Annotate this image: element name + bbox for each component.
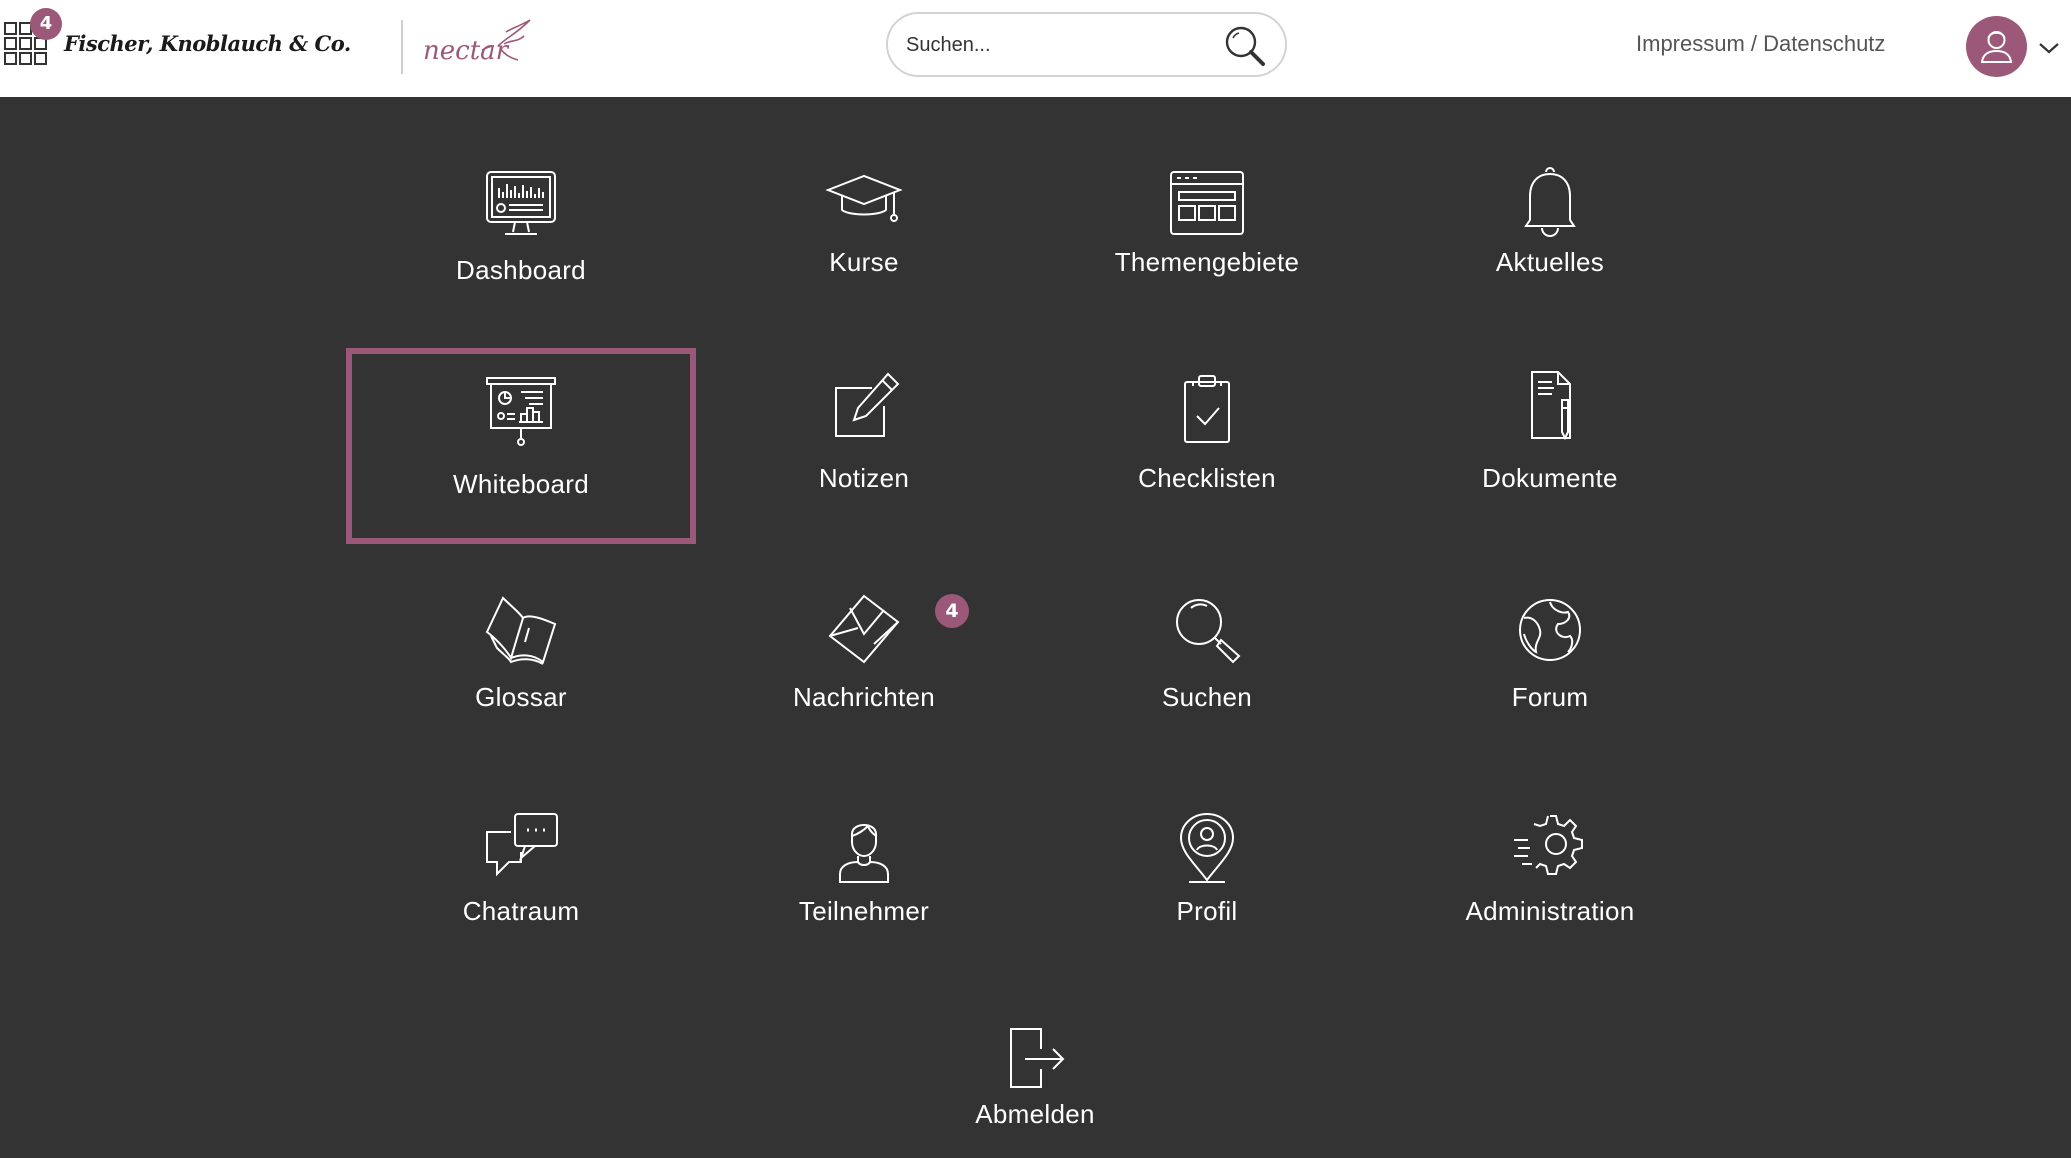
tile-checklisten[interactable]: Checklisten (1032, 348, 1382, 544)
chevron-down-icon[interactable] (2037, 36, 2061, 60)
document-pen-icon (1510, 368, 1590, 448)
tile-label: Chatraum (462, 896, 580, 926)
tile-label: Notizen (818, 463, 910, 493)
tile-label: Suchen (1162, 682, 1252, 712)
tile-whiteboard[interactable]: Whiteboard (346, 348, 696, 544)
tile-aktuelles[interactable]: Aktuelles (1375, 140, 1725, 336)
search-input[interactable] (906, 26, 1206, 64)
pencil-note-icon (824, 368, 904, 448)
tile-label: Themengebiete (1114, 247, 1300, 277)
hummingbird-logo-icon (420, 16, 536, 72)
top-header: 4 Fischer, Knoblauch & Co. nectar Impres… (0, 0, 2071, 97)
dashboard-monitor-icon (481, 164, 561, 244)
tile-label: Profil (1176, 896, 1238, 926)
tile-dashboard[interactable]: Dashboard (346, 140, 696, 336)
tile-themengebiete[interactable]: Themengebiete (1032, 140, 1382, 336)
tile-dokumente[interactable]: Dokumente (1375, 348, 1725, 544)
open-book-icon (481, 592, 561, 672)
search-bar (886, 12, 1287, 77)
tile-label: Whiteboard (453, 469, 589, 499)
tile-label: Aktuelles (1495, 247, 1605, 277)
tile-kurse[interactable]: Kurse (689, 140, 1039, 336)
tile-label: Glossar (475, 682, 567, 712)
tile-forum[interactable]: Forum (1375, 562, 1725, 758)
tile-label: Kurse (829, 247, 899, 277)
tile-abmelden[interactable]: Abmelden (860, 985, 1210, 1158)
tile-administration[interactable]: Administration (1375, 776, 1725, 972)
brand-divider (401, 20, 403, 74)
bell-icon (1510, 162, 1590, 242)
globe-icon (1510, 592, 1590, 672)
tile-glossar[interactable]: Glossar (346, 562, 696, 758)
person-icon (824, 810, 904, 890)
clipboard-check-icon (1167, 370, 1247, 450)
tile-label: Teilnehmer (798, 896, 930, 926)
impressum-link[interactable]: Impressum / Datenschutz (1636, 31, 1885, 57)
graduation-cap-icon (824, 162, 904, 242)
magnifier-icon (1167, 592, 1247, 672)
message-count-badge: 4 (935, 594, 969, 628)
tile-notizen[interactable]: Notizen (689, 348, 1039, 544)
tile-label: Forum (1511, 682, 1589, 712)
brand-logo-text: Fischer, Knoblauch & Co. (64, 31, 351, 56)
tile-label: Checklisten (1138, 463, 1276, 493)
tile-teilnehmer[interactable]: Teilnehmer (689, 776, 1039, 972)
tile-nachrichten[interactable]: 4 Nachrichten (689, 562, 1039, 758)
search-icon[interactable] (1221, 22, 1269, 70)
gear-icon (1510, 810, 1590, 890)
location-profile-icon (1167, 810, 1247, 890)
envelope-icon (824, 592, 904, 672)
tile-label: Nachrichten (792, 682, 936, 712)
tile-label: Dokumente (1482, 463, 1618, 493)
tile-label: Administration (1465, 896, 1635, 926)
tile-chatraum[interactable]: Chatraum (346, 776, 696, 972)
chat-bubbles-icon (481, 810, 561, 890)
tile-suchen[interactable]: Suchen (1032, 562, 1382, 758)
tile-label: Abmelden (975, 1099, 1095, 1129)
tile-label: Dashboard (456, 255, 586, 285)
presentation-board-icon (481, 372, 561, 452)
notification-badge: 4 (30, 8, 62, 40)
logout-door-icon (995, 1019, 1075, 1099)
browser-window-icon (1167, 166, 1247, 246)
tile-profil[interactable]: Profil (1032, 776, 1382, 972)
user-avatar[interactable] (1966, 16, 2027, 77)
